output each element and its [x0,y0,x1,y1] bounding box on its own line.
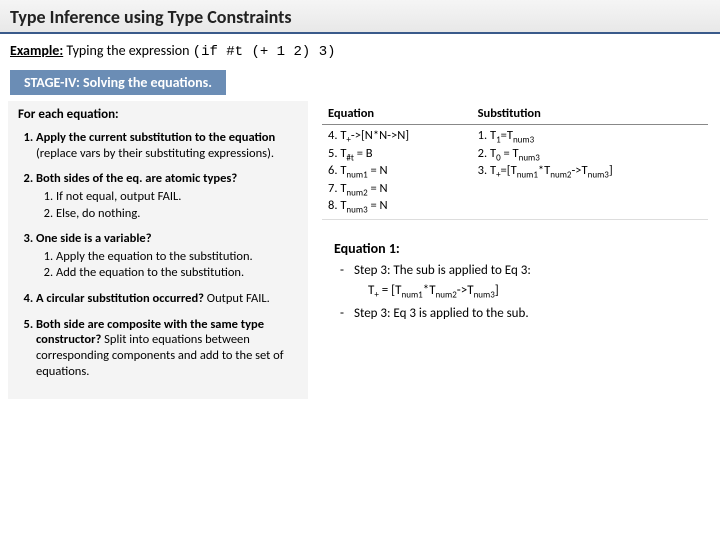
step-2: Both sides of the eq. are atomic types? … [36,171,298,221]
sub-cell: 3. T+=[Tnum1*Tnum2->Tnum3] [478,163,702,181]
example-label: Example: [10,42,63,59]
step-1: Apply the current substitution to the eq… [36,130,298,161]
eq-sub-table: Equation Substitution 4. T+->[N*N->N] 5.… [322,103,708,220]
eq-line: -Step 3: Eq 3 is applied to the sub. [340,306,708,323]
example-row: Example: Typing the expression (if #t (+… [0,34,720,66]
page-title: Type Inference using Type Constraints [10,6,710,28]
example-text: Typing the expression [66,42,192,59]
right-panel: Equation Substitution 4. T+->[N*N->N] 5.… [318,101,712,399]
equation-block-title: Equation 1: [334,240,708,257]
table-row: 4. T+->[N*N->N] 5. T#t = B 6. Tnum1 = N … [322,125,708,220]
step-3: One side is a variable? Apply the equati… [36,231,298,281]
eq-expr: T+ = [Tnum1*Tnum2->Tnum3] [340,283,708,301]
left-heading: For each equation: [18,107,298,122]
eq-cell: 7. Tnum2 = N [328,181,466,199]
title-bar: Type Inference using Type Constraints [0,0,720,34]
algorithm-panel: For each equation: Apply the current sub… [8,101,308,399]
step-5: Both side are composite with the same ty… [36,317,298,380]
step-4: A circular substitution occurred? Output… [36,291,298,307]
eq-line: -Step 3: The sub is applied to Eq 3: [340,263,708,280]
eq-cell: 8. Tnum3 = N [328,198,466,216]
step-3b: Add the equation to the substitution. [56,265,298,281]
eq-cell: 4. T+->[N*N->N] [328,128,466,146]
th-substitution: Substitution [472,103,708,125]
content-area: For each equation: Apply the current sub… [0,101,720,399]
eq-cell: 5. T#t = B [328,146,466,164]
step-3a: Apply the equation to the substitution. [56,249,298,265]
step-2b: Else, do nothing. [56,206,298,222]
eq-cell: 6. Tnum1 = N [328,163,466,181]
example-code: (if #t (+ 1 2) 3) [193,44,336,60]
stage-label: STAGE-IV: Solving the equations. [10,70,226,95]
th-equation: Equation [322,103,472,125]
equation-block: -Step 3: The sub is applied to Eq 3: T+ … [322,263,708,323]
sub-cell: 1. T1=Tnum3 [478,128,702,146]
step-2a: If not equal, output FAIL. [56,189,298,205]
sub-cell: 2. T0 = Tnum3 [478,146,702,164]
